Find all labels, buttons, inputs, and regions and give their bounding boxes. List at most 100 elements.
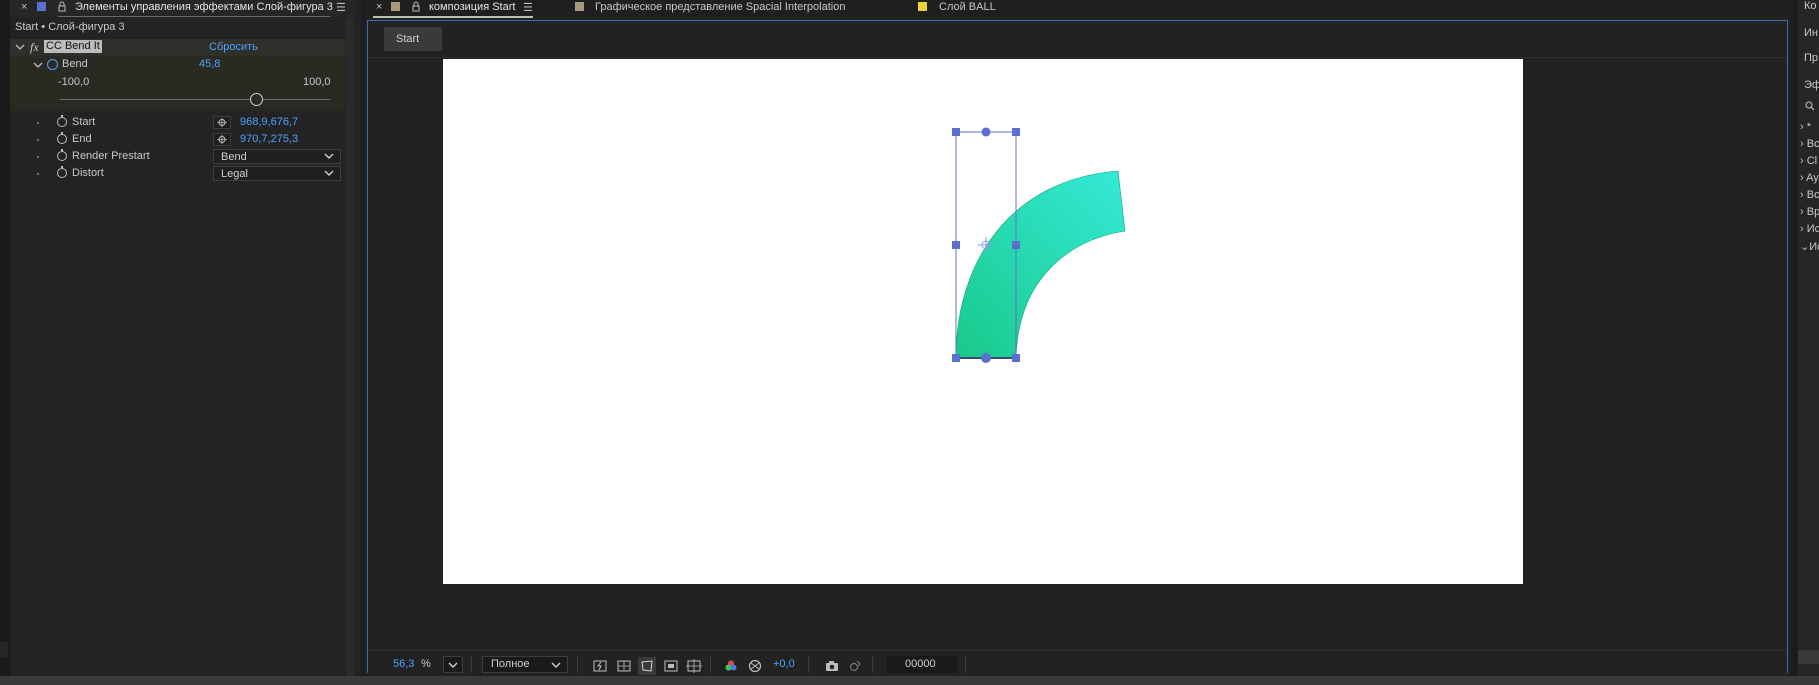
camera-snapshot-icon[interactable] [823,657,841,675]
timecode-field[interactable]: 00000 [887,656,957,673]
effects-panel-tab[interactable]: × Элементы управления эффектами Слой-фиг… [10,0,355,17]
zoom-value[interactable]: 56,3 [393,658,414,670]
effect-name[interactable]: CC Bend It [44,40,102,53]
tab-color-swatch [575,2,584,11]
active-tab-underline [373,16,533,18]
toolbar-sep [471,656,472,673]
right-panel-label-0[interactable]: Ко [1804,0,1817,12]
render-prestart-label: Render Prestart [72,150,150,162]
mask-visibility-icon[interactable] [638,657,656,675]
chevron-down-icon[interactable] [33,60,43,73]
color-management-icon[interactable] [746,657,764,675]
stopwatch-icon[interactable] [57,149,67,161]
end-row: End 970,7,275,3 [10,131,355,148]
fast-previews-icon[interactable] [591,657,609,675]
transparency-grid-icon[interactable] [615,657,633,675]
bent-shape[interactable] [955,170,1126,359]
crosshair-icon[interactable] [213,116,231,129]
end-value[interactable]: 970,7,275,3 [240,133,298,145]
tree-item[interactable]: › Cl [1800,155,1817,167]
toolbar-sep [872,656,873,673]
grid-guides-icon[interactable] [685,657,703,675]
distort-label: Distort [72,167,104,179]
chevron-right-icon: › [1800,138,1804,150]
stopwatch-icon[interactable] [57,115,67,127]
effects-panel-scrollbar[interactable] [346,18,354,676]
chevron-down-icon [551,662,561,668]
show-snapshot-icon[interactable] [846,657,864,675]
tree-item[interactable]: ⌄Иc [1800,240,1819,253]
chevron-down-icon [448,662,458,668]
composition-viewer: × композиция Start ☰ Графическое предста… [365,0,1790,676]
right-panel-label-1[interactable]: Ин [1804,27,1818,39]
left-scroll-marker[interactable] [0,642,8,658]
toolbar-sep [577,656,578,673]
color-channels-icon[interactable] [722,657,740,675]
right-panel-label-2[interactable]: Пр [1804,52,1818,64]
distort-dropdown[interactable]: Legal [213,166,341,181]
bend-slider-track[interactable] [60,99,330,100]
bend-min-label: -100,0 [58,76,90,88]
tree-item[interactable]: › Ay [1800,172,1819,184]
panel-menu-icon[interactable]: ☰ [523,1,533,14]
render-prestart-dropdown[interactable]: Bend [213,149,341,164]
effects-panel-title: Элементы управления эффектами Слой-фигур… [75,1,333,13]
toolbar-sep [808,656,809,673]
resolution-dropdown[interactable]: Полное [482,656,568,673]
search-icon[interactable] [1805,101,1815,114]
reset-link[interactable]: Сбросить [209,41,258,53]
flow-button-label: Start [396,33,420,45]
tab-composition-label: композиция Start [429,1,516,13]
tab-spatial-interpolation[interactable]: Графическое представление Spacial Interp… [575,0,875,18]
lock-icon[interactable] [57,1,67,15]
row-dot [37,139,39,141]
bend-label: Bend [62,58,88,70]
tab-ball-label: Слой BALL [939,1,996,13]
bend-row: Bend 45,8 [10,56,355,73]
chevron-down-icon[interactable] [15,42,25,55]
resolution-value: Полное [491,658,530,670]
composition-canvas[interactable] [443,59,1523,584]
start-value[interactable]: 968,9,676,7 [240,116,298,128]
chevron-right-icon: › [1800,189,1804,201]
lock-icon[interactable] [411,1,421,15]
effect-header-row[interactable]: fx CC Bend It Сбросить [10,39,345,56]
exposure-value[interactable]: +0,0 [773,658,795,670]
tree-item[interactable]: › Bp [1800,206,1819,218]
crosshair-icon[interactable] [213,133,231,146]
right-panel-bottom-bar[interactable] [1798,650,1819,664]
flow-button[interactable]: Start [384,27,442,51]
start-row: Start 968,9,676,7 [10,114,355,131]
zoom-dropdown[interactable] [443,656,463,673]
tab-layer-ball[interactable]: Слой BALL [918,0,1018,18]
tree-item[interactable]: › Bc [1800,189,1819,201]
stopwatch-active-icon[interactable] [47,59,58,70]
right-panel-scrollbar[interactable] [1792,0,1798,676]
stopwatch-icon[interactable] [57,166,67,178]
app-bottom-bar [0,676,1819,685]
panel-menu-icon[interactable]: ☰ [336,1,346,14]
distort-row: Distort Legal [10,165,355,182]
chevron-right-icon: › [1800,223,1804,235]
end-label: End [72,133,92,145]
render-prestart-row: Render Prestart Bend [10,148,355,165]
row-dot [37,156,39,158]
region-of-interest-icon[interactable] [662,657,680,675]
tab-underline [58,16,330,17]
tree-item[interactable]: › * [1800,121,1811,133]
row-dot [37,173,39,175]
bend-value[interactable]: 45,8 [199,58,220,70]
fx-icon[interactable]: fx [30,40,39,55]
stopwatch-icon[interactable] [57,132,67,144]
chevron-right-icon: › [1800,155,1804,167]
close-icon[interactable]: × [376,1,382,13]
right-panel-label-3[interactable]: Эф [1804,79,1819,91]
tab-composition-start[interactable]: × композиция Start ☰ [373,0,533,18]
tree-item[interactable]: › Иc [1800,223,1819,235]
viewer-top-divider [368,57,1787,58]
render-prestart-value: Bend [221,151,247,163]
chevron-down-icon [324,153,334,159]
close-icon[interactable]: × [21,1,27,13]
tree-item[interactable]: › Bc [1800,138,1819,150]
shape-layer[interactable] [443,59,1523,584]
